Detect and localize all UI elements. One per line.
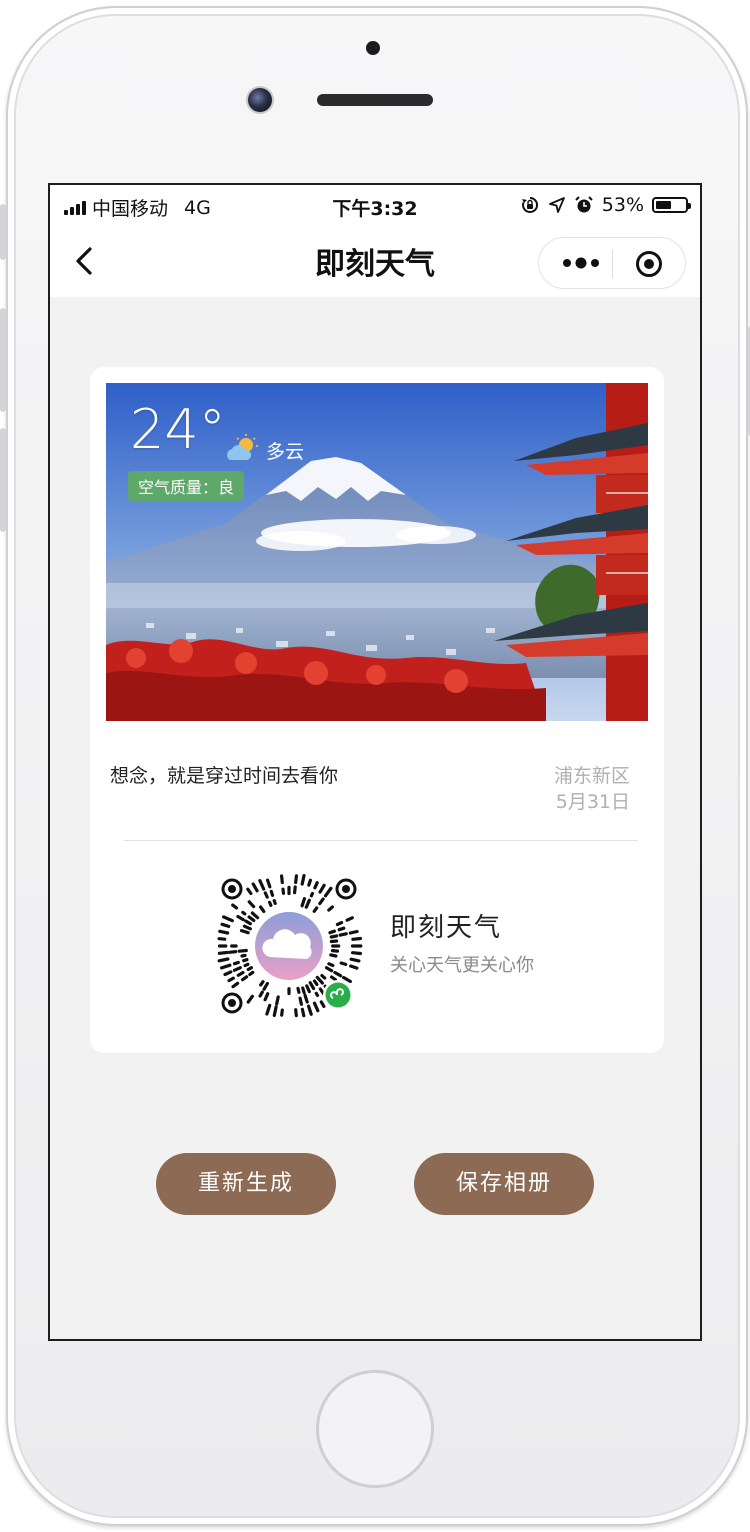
sensor <box>366 41 380 55</box>
volume-down-button <box>0 428 6 532</box>
home-button[interactable] <box>316 1370 434 1488</box>
volume-up-button <box>0 308 6 412</box>
app-tagline: 关心天气更关心你 <box>390 955 534 976</box>
air-quality-badge: 空气质量：良 <box>128 471 245 501</box>
battery-icon <box>652 197 691 213</box>
screen: 中国移动 4G 下午3:32 53% 即刻天气 24° 多云 空气质量：良 想念… <box>48 183 702 1341</box>
weather-condition: 多云 <box>266 441 305 463</box>
location-name: 浦东新区 <box>553 765 630 787</box>
save-to-album-button[interactable]: 保存相册 <box>414 1153 594 1215</box>
rotation-lock-icon <box>521 196 538 213</box>
temperature: 24° <box>130 398 226 461</box>
location-icon <box>548 197 565 213</box>
divider <box>124 840 638 841</box>
navigation-bar: 即刻天气 <box>50 225 700 297</box>
capsule-divider <box>612 250 613 278</box>
more-icon[interactable] <box>561 252 601 274</box>
alarm-icon <box>575 196 593 213</box>
earpiece-speaker <box>317 94 433 106</box>
miniprogram-capsule <box>538 237 686 289</box>
location-date: 浦东新区 5月31日 <box>554 763 630 815</box>
battery-percent: 53% <box>601 194 644 216</box>
date-label: 5月31日 <box>555 791 630 813</box>
mute-switch <box>0 204 6 260</box>
partly-cloudy-icon <box>227 434 258 460</box>
status-bar: 中国移动 4G 下午3:32 53% <box>50 185 700 225</box>
scenery-photo: 24° 多云 空气质量：良 <box>106 383 648 721</box>
share-card: 24° 多云 空气质量：良 想念，就是穿过时间去看你 浦东新区 5月31日 即刻… <box>90 367 664 1053</box>
app-name: 即刻天气 <box>390 913 503 943</box>
regenerate-button[interactable]: 重新生成 <box>156 1153 336 1215</box>
miniprogram-code <box>217 874 363 1018</box>
close-miniprogram-icon[interactable] <box>635 250 663 278</box>
front-camera <box>246 86 274 114</box>
slogan-text: 想念，就是穿过时间去看你 <box>110 765 339 787</box>
